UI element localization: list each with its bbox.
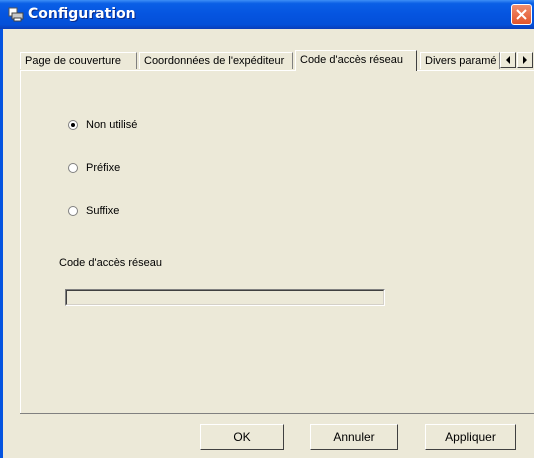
tab-scroll-left-button[interactable] bbox=[500, 52, 516, 68]
tab-label: Page de couverture bbox=[25, 55, 122, 67]
tab-scroll-right-button[interactable] bbox=[517, 52, 533, 68]
apply-button[interactable]: Appliquer bbox=[425, 424, 516, 450]
printer-icon bbox=[8, 7, 24, 22]
radio-prefixe[interactable]: Préfixe bbox=[68, 161, 120, 175]
radio-label: Préfixe bbox=[86, 162, 121, 174]
radio-label: Non utilisé bbox=[86, 119, 138, 131]
footer-divider bbox=[20, 413, 534, 414]
tab-coordonnees-expediteur[interactable]: Coordonnées de l'expéditeur bbox=[139, 52, 293, 69]
access-code-label: Code d'accès réseau bbox=[59, 257, 162, 269]
radio-button[interactable] bbox=[68, 206, 78, 216]
tab-label: Coordonnées de l'expéditeur bbox=[144, 55, 285, 67]
tab-label: Divers paramé bbox=[425, 55, 497, 67]
tab-label: Code d'accès réseau bbox=[300, 54, 403, 66]
radio-button[interactable] bbox=[68, 163, 78, 173]
window-title: Configuration bbox=[28, 6, 136, 22]
cancel-button[interactable]: Annuler bbox=[310, 424, 398, 450]
configuration-window: Configuration Page de couverture Coordon… bbox=[0, 0, 534, 458]
tab-code-acces-reseau[interactable]: Code d'accès réseau bbox=[295, 50, 417, 71]
radio-button[interactable] bbox=[68, 120, 78, 130]
tab-divers-parametres[interactable]: Divers paramé bbox=[420, 52, 500, 69]
ok-button[interactable]: OK bbox=[200, 424, 284, 450]
arrow-right-icon bbox=[523, 56, 527, 64]
title-bar: Configuration bbox=[0, 0, 534, 29]
arrow-left-icon bbox=[506, 56, 510, 64]
radio-non-utilise[interactable]: Non utilisé bbox=[68, 118, 137, 132]
radio-suffixe[interactable]: Suffixe bbox=[68, 204, 119, 218]
tab-strip: Page de couverture Coordonnées de l'expé… bbox=[20, 50, 534, 71]
window-border bbox=[0, 29, 3, 458]
close-button[interactable] bbox=[511, 4, 532, 25]
close-icon bbox=[516, 9, 527, 20]
radio-label: Suffixe bbox=[86, 205, 120, 217]
tab-page-de-couverture[interactable]: Page de couverture bbox=[20, 52, 137, 69]
access-code-input[interactable] bbox=[65, 289, 385, 306]
